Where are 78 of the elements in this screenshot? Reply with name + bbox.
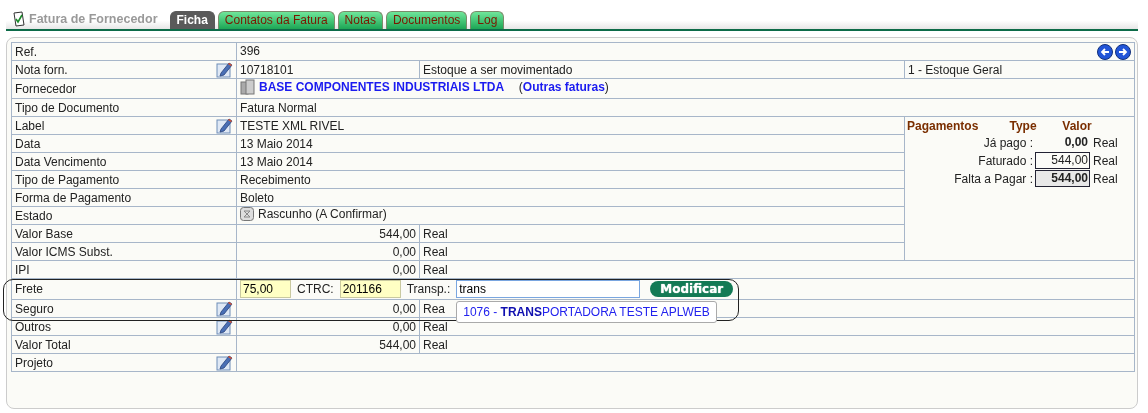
autocomplete-suggestion[interactable]: 1076 - TRANSPORTADORA TESTE APLWEB [456, 301, 717, 323]
field-label: Tipo de Documento [15, 100, 120, 115]
previous-icon[interactable] [1097, 43, 1113, 60]
field-value: 1 - Estoque Geral [908, 62, 1003, 77]
edit-icon[interactable] [216, 318, 233, 335]
edit-icon[interactable] [216, 300, 233, 317]
field-label: Data [15, 136, 41, 151]
field-value: 13 Maio 2014 [240, 154, 313, 169]
field-label: Valor ICMS Subst. [15, 244, 113, 259]
field-label: Outros [15, 319, 51, 334]
currency-label: Real [423, 337, 448, 352]
currency-label: Real [1092, 171, 1119, 186]
ctrc-label: CTRC: [297, 282, 334, 296]
column-header: Pagamentos [907, 119, 980, 133]
tab[interactable]: Contatos da Fatura [217, 11, 335, 29]
column-header: Type [1008, 119, 1038, 133]
field-label: Estado [15, 208, 53, 223]
field-value: Fatura Normal [240, 100, 317, 115]
freight-field[interactable]: 75,00 [240, 280, 291, 298]
currency-label: Real [423, 226, 448, 241]
field-label: Frete [15, 282, 43, 296]
field-label: Valor Total [15, 337, 71, 352]
amount-value: 0,00 [392, 301, 416, 316]
currency-label: Real [423, 262, 448, 277]
field-label: Seguro [15, 301, 54, 316]
currency-label: Real [423, 319, 448, 334]
field-label: IPI [15, 262, 30, 277]
payment-value: 544,00 [1035, 170, 1090, 187]
next-icon[interactable] [1115, 43, 1131, 60]
carrier-field[interactable]: trans [456, 280, 641, 298]
edit-icon[interactable] [216, 61, 233, 78]
field-label: Ref. [15, 44, 37, 59]
field-label: Valor Base [15, 226, 73, 241]
field-value: 10718101 [240, 62, 294, 77]
amount-value: 544,00 [379, 226, 416, 241]
column-header: Valor [1061, 119, 1093, 133]
currency-label: Real [1092, 153, 1119, 168]
other-invoices-link[interactable]: (Outras faturas) [518, 80, 609, 94]
field-label: Projeto [15, 355, 54, 370]
ctrc-field[interactable]: 201166 [339, 280, 401, 298]
field-label: Data Vencimento [15, 154, 107, 169]
tab[interactable]: Documentos [385, 11, 468, 29]
carrier-label: Transp.: [406, 282, 451, 296]
field-value: TESTE XML RIVEL [240, 118, 345, 133]
document-icon [12, 11, 26, 27]
draft-status-icon [240, 207, 254, 221]
currency-label: Rea [423, 301, 445, 316]
payment-value: 0,00 [1063, 134, 1089, 151]
amount-value: 0,00 [392, 262, 416, 277]
amount-value: 544,00 [379, 337, 416, 352]
field-value: 13 Maio 2014 [240, 136, 313, 151]
tab[interactable]: Notas [337, 11, 383, 29]
payment-value: 544,00 [1035, 152, 1090, 169]
field-label: Nota forn. [15, 62, 68, 77]
edit-icon[interactable] [216, 354, 233, 371]
field-value: Boleto [240, 190, 275, 205]
edit-icon[interactable] [216, 117, 233, 134]
currency-label: Real [423, 244, 448, 259]
amount-value: 0,00 [392, 244, 416, 259]
field-value: Estoque a ser movimentado [423, 62, 573, 77]
field-label: Forma de Pagamento [15, 190, 132, 205]
tab[interactable]: Ficha [169, 11, 215, 29]
amount-value: 0,00 [392, 319, 416, 334]
currency-label: Real [1092, 135, 1119, 150]
page-title: Fatura de Fornecedor [29, 12, 158, 26]
field-label: Label [15, 118, 45, 133]
building-icon [240, 79, 255, 95]
payment-label: Já pago : [982, 135, 1034, 150]
supplier-link[interactable]: BASE COMPONENTES INDUSTRIAIS LTDA [259, 80, 505, 94]
field-value: Rascunho (A Confirmar) [258, 207, 387, 221]
payment-label: Faturado : [977, 153, 1034, 168]
payment-label: Falta a Pagar : [953, 171, 1034, 186]
field-value: Recebimento [240, 172, 311, 187]
modify-button[interactable]: Modificar [650, 281, 734, 297]
tab[interactable]: Log [470, 11, 505, 29]
field-label: Tipo de Pagamento [15, 172, 120, 187]
field-value: 396 [240, 43, 261, 58]
field-label: Fornecedor [15, 81, 77, 96]
